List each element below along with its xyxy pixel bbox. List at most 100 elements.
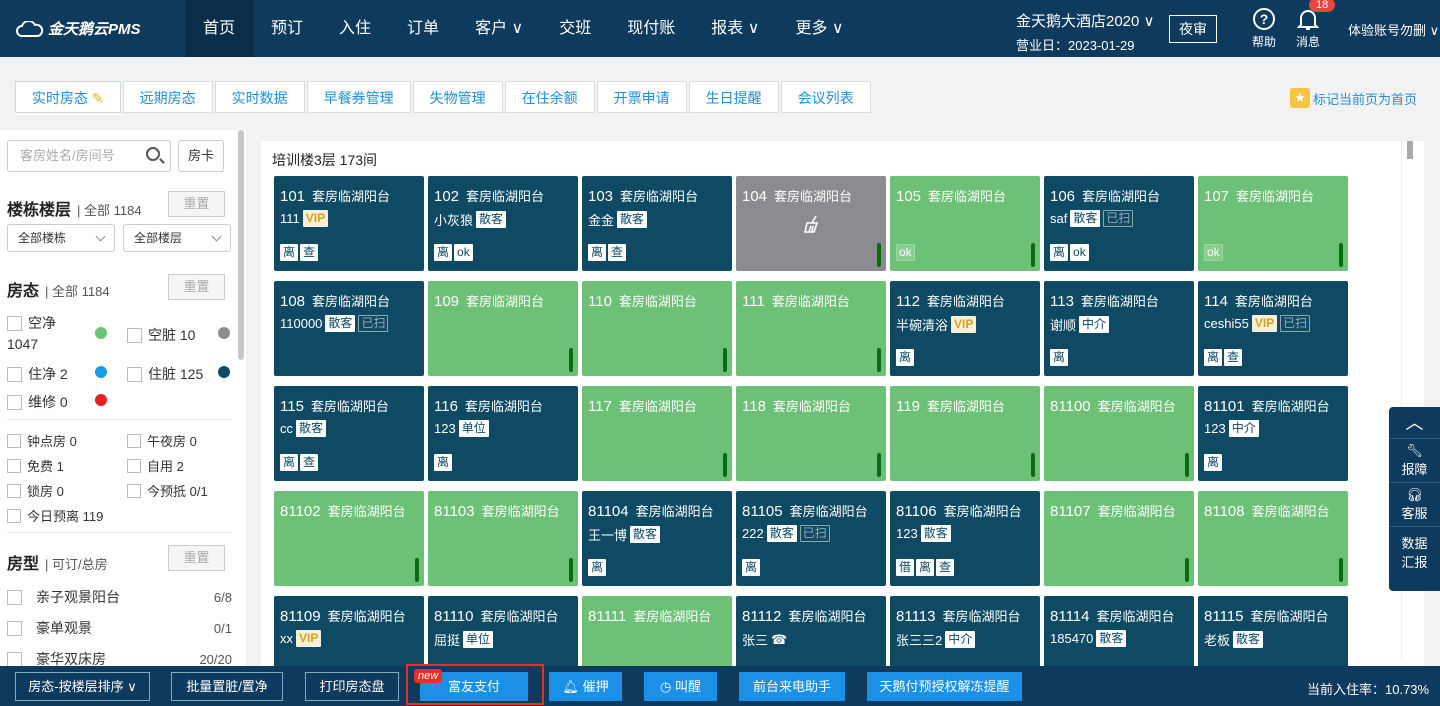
roomtype-reset-button[interactable]: 重置 bbox=[168, 545, 225, 571]
flag-midnight[interactable]: 午夜房 0 bbox=[127, 431, 197, 450]
checkbox[interactable] bbox=[7, 483, 21, 498]
room-card[interactable]: 81108 套房临湖阳台 bbox=[1198, 491, 1348, 586]
tab-meetings[interactable]: 会议列表 bbox=[780, 81, 871, 113]
print-status-button[interactable]: 打印房态盘 bbox=[305, 672, 399, 701]
room-card[interactable]: 114 套房临湖阳台 ceshi55 VIP 已扫离查 bbox=[1198, 281, 1348, 376]
deposit-reminder-button[interactable]: 🔔︎ 催押 bbox=[549, 672, 622, 701]
room-card[interactable]: 112 套房临湖阳台 半碗清浴 VIP 离 bbox=[890, 281, 1040, 376]
room-card[interactable]: 101 套房临湖阳台 111 VIP 离查 bbox=[274, 176, 424, 271]
room-card[interactable]: 81101 套房临湖阳台 123 中介离 bbox=[1198, 386, 1348, 481]
checkbox[interactable] bbox=[7, 433, 21, 448]
room-card[interactable]: 116 套房临湖阳台 123 单位离 bbox=[428, 386, 578, 481]
search-icon[interactable] bbox=[146, 147, 160, 161]
room-card[interactable]: 103 套房临湖阳台 金金 散客离查 bbox=[582, 176, 732, 271]
report-fault-button[interactable]: 🔧︎ 报障 bbox=[1389, 439, 1440, 483]
checkbox[interactable] bbox=[7, 508, 21, 523]
room-card[interactable]: 81107 套房临湖阳台 bbox=[1044, 491, 1194, 586]
room-card[interactable]: 81110 套房临湖阳台 屈挺 单位 bbox=[428, 596, 578, 666]
nav-reports[interactable]: 报表 ∨ bbox=[693, 0, 777, 57]
room-card[interactable]: 110 套房临湖阳台 bbox=[582, 281, 732, 376]
room-card[interactable]: 81100 套房临湖阳台 bbox=[1044, 386, 1194, 481]
mark-home-button[interactable]: ★ 标记当前页为首页 bbox=[1290, 88, 1417, 108]
room-card[interactable]: 81113 套房临湖阳台 张三三2 中介 bbox=[890, 596, 1040, 666]
checkbox[interactable] bbox=[7, 651, 22, 666]
nav-home[interactable]: 首页 bbox=[185, 0, 254, 57]
nav-checkin[interactable]: 入住 bbox=[321, 0, 389, 57]
checkbox[interactable] bbox=[127, 433, 141, 448]
room-card[interactable]: 119 套房临湖阳台 bbox=[890, 386, 1040, 481]
room-card[interactable]: 81103 套房临湖阳台 bbox=[428, 491, 578, 586]
roomtype-item[interactable]: 豪华双床房 20/20 bbox=[7, 649, 232, 666]
tab-invoice[interactable]: 开票申请 bbox=[596, 81, 687, 113]
tab-realtime-data[interactable]: 实时数据 bbox=[214, 81, 305, 113]
status-reset-button[interactable]: 重置 bbox=[168, 274, 225, 300]
brand-logo[interactable]: 金天鹅云PMS bbox=[16, 18, 141, 39]
room-card[interactable]: 81115 套房临湖阳台 老板 散客 bbox=[1198, 596, 1348, 666]
sort-dropdown[interactable]: 房态-按楼层排序 ∨ bbox=[15, 672, 150, 701]
checkbox[interactable] bbox=[7, 589, 22, 605]
room-card[interactable]: 81109 套房临湖阳台 xx VIP bbox=[274, 596, 424, 666]
collapse-up-icon[interactable]: ︿ bbox=[1389, 407, 1440, 439]
messages-button[interactable]: 消息 bbox=[1296, 8, 1320, 50]
status-repair[interactable]: 维修 0 bbox=[7, 392, 68, 412]
wake-up-button[interactable]: ◷ 叫醒 bbox=[644, 672, 717, 701]
nav-reservation[interactable]: 预订 bbox=[253, 0, 321, 57]
checkbox[interactable] bbox=[127, 366, 142, 382]
batch-dirty-clean-button[interactable]: 批量置脏/置净 bbox=[171, 672, 283, 701]
nav-cash-account[interactable]: 现付账 bbox=[609, 0, 693, 57]
nav-customers[interactable]: 客户 ∨ bbox=[457, 0, 541, 57]
flag-departing-today[interactable]: 今日预离 119 bbox=[7, 506, 103, 525]
account-menu[interactable]: 体验账号勿删 ∨ bbox=[1348, 20, 1439, 39]
room-card[interactable]: 106 套房临湖阳台 saf 散客 已扫离 ok bbox=[1044, 176, 1194, 271]
building-dropdown[interactable]: 全部楼栋 bbox=[7, 224, 115, 252]
night-audit-button[interactable]: 夜审 bbox=[1169, 15, 1217, 43]
call-assistant-button[interactable]: 前台来电助手 bbox=[739, 672, 845, 701]
room-card[interactable]: 102 套房临湖阳台 小灰狼 散客离 ok bbox=[428, 176, 578, 271]
room-card-button[interactable]: 房卡 bbox=[178, 140, 224, 172]
data-report-button[interactable]: 数据 汇报 bbox=[1389, 527, 1440, 571]
checkbox[interactable] bbox=[7, 366, 22, 382]
sidebar-scrollbar[interactable] bbox=[238, 130, 244, 360]
status-occupied-dirty[interactable]: 住脏 125 bbox=[127, 364, 203, 384]
room-card[interactable]: 108 套房临湖阳台 110000 散客 已扫 bbox=[274, 281, 424, 376]
room-card[interactable]: 81114 套房临湖阳台 185470 散客 bbox=[1044, 596, 1194, 666]
tab-breakfast[interactable]: 早餐券管理 bbox=[306, 81, 411, 113]
checkbox[interactable] bbox=[127, 327, 142, 343]
nav-shift[interactable]: 交班 bbox=[541, 0, 609, 57]
room-card[interactable]: 81112 套房临湖阳台 张三 ☎ bbox=[736, 596, 886, 666]
preauth-unfreeze-button[interactable]: 天鹅付预授权解冻提醒 bbox=[867, 672, 1022, 701]
room-card[interactable]: 115 套房临湖阳台 cc 散客离查 bbox=[274, 386, 424, 481]
room-card[interactable]: 81105 套房临湖阳台 222 散客 已扫离 bbox=[736, 491, 886, 586]
flag-self-use[interactable]: 自用 2 bbox=[127, 456, 184, 475]
room-card[interactable]: 81106 套房临湖阳台 123 散客借离查 bbox=[890, 491, 1040, 586]
flag-locked[interactable]: 锁房 0 bbox=[7, 481, 64, 500]
room-card[interactable]: 113 套房临湖阳台 谢顺 中介离 bbox=[1044, 281, 1194, 376]
roomtype-item[interactable]: 豪单观景 0/1 bbox=[7, 618, 232, 638]
room-card[interactable]: 107 套房临湖阳台 ok bbox=[1198, 176, 1348, 271]
checkbox[interactable] bbox=[7, 315, 22, 331]
room-card[interactable]: 104 套房临湖阳台 bbox=[736, 176, 886, 271]
tab-birthday[interactable]: 生日提醒 bbox=[688, 81, 779, 113]
checkbox[interactable] bbox=[7, 620, 22, 636]
tab-in-house-balance[interactable]: 在住余额 bbox=[504, 81, 595, 113]
nav-more[interactable]: 更多 ∨ bbox=[777, 0, 861, 57]
status-occupied-clean[interactable]: 住净 2 bbox=[7, 364, 68, 384]
room-card[interactable]: 111 套房临湖阳台 bbox=[736, 281, 886, 376]
status-vacant-clean[interactable]: 空净 bbox=[7, 313, 56, 333]
customer-service-button[interactable]: 🎧︎ 客服 bbox=[1389, 483, 1440, 527]
tab-realtime-status[interactable]: 实时房态 ✎ bbox=[15, 81, 121, 113]
room-card[interactable]: 118 套房临湖阳台 bbox=[736, 386, 886, 481]
floor-dropdown[interactable]: 全部楼层 bbox=[123, 224, 231, 252]
tab-lost-found[interactable]: 失物管理 bbox=[412, 81, 503, 113]
room-card[interactable]: 109 套房临湖阳台 bbox=[428, 281, 578, 376]
nav-orders[interactable]: 订单 bbox=[389, 0, 457, 57]
flag-arriving-today[interactable]: 今预抵 0/1 bbox=[127, 481, 208, 500]
flag-free[interactable]: 免费 1 bbox=[7, 456, 64, 475]
checkbox[interactable] bbox=[7, 458, 21, 473]
room-card[interactable]: 81104 套房临湖阳台 王一博 散客离 bbox=[582, 491, 732, 586]
checkbox[interactable] bbox=[127, 458, 141, 473]
roomtype-item[interactable]: 亲子观景阳台 6/8 bbox=[7, 587, 232, 607]
status-vacant-dirty[interactable]: 空脏 10 bbox=[127, 325, 195, 345]
search-input[interactable]: 客房姓名/房间号 bbox=[7, 140, 171, 172]
main-scrollbar[interactable] bbox=[1407, 141, 1413, 159]
